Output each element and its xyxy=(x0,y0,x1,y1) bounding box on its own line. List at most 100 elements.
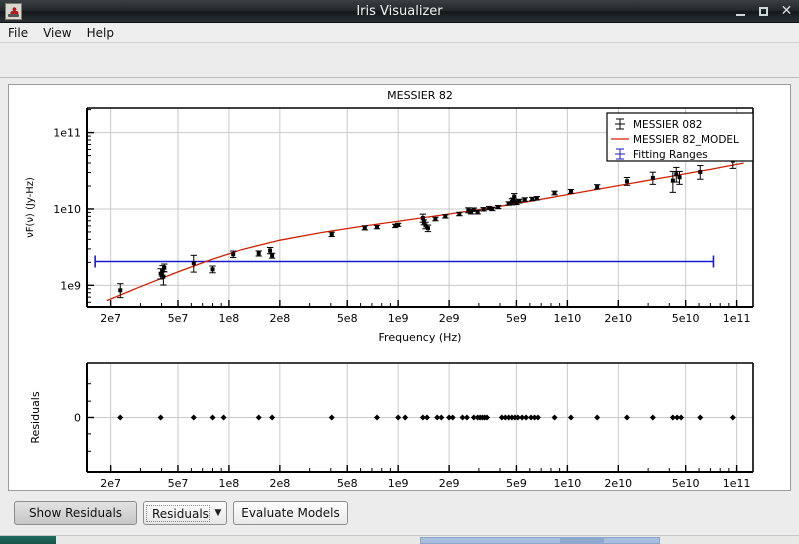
desktop-taskbar xyxy=(0,535,799,544)
residual-point xyxy=(117,414,124,421)
maximize-icon[interactable] xyxy=(757,5,770,18)
x-axis-label: Frequency (Hz) xyxy=(379,331,462,344)
residual-point xyxy=(438,414,445,421)
legend-label: MESSIER 082 xyxy=(633,119,702,131)
x-axis-tick-label: 5e10 xyxy=(672,477,700,490)
data-marker xyxy=(624,179,629,184)
data-marker xyxy=(457,211,462,216)
minimize-icon[interactable] xyxy=(734,5,747,18)
x-axis-tick-label: 1e8 xyxy=(219,477,240,490)
show-residuals-button[interactable]: Show Residuals xyxy=(14,501,137,525)
residual-point xyxy=(269,414,276,421)
x-axis-tick-label: 2e7 xyxy=(100,477,121,490)
data-marker xyxy=(231,252,236,257)
chevron-down-icon[interactable]: ▼ xyxy=(210,508,226,518)
window-controls: ✕ xyxy=(734,0,793,23)
x-axis-tick-label: 1e9 xyxy=(388,477,409,490)
data-point xyxy=(551,190,558,196)
y-axis-tick-label: 1e10 xyxy=(53,203,81,216)
data-marker xyxy=(471,207,476,212)
x-axis-tick-label: 5e9 xyxy=(506,312,527,325)
residuals-select[interactable]: Residuals ▼ xyxy=(143,501,227,525)
fitting-range-marker xyxy=(94,255,715,268)
data-marker xyxy=(425,226,430,231)
data-point xyxy=(373,224,381,230)
data-marker xyxy=(568,189,573,194)
taskbar-window-button-active xyxy=(560,537,604,544)
data-marker xyxy=(650,175,655,180)
data-marker xyxy=(270,253,275,258)
window-title: Iris Visualizer xyxy=(356,4,443,19)
data-marker xyxy=(534,196,539,201)
data-marker xyxy=(512,194,517,199)
residual-point xyxy=(729,414,736,421)
x-axis-tick-label: 2e10 xyxy=(604,312,632,325)
residual-point xyxy=(534,414,541,421)
evaluate-models-button[interactable]: Evaluate Models xyxy=(233,501,348,525)
x-axis-tick-label: 2e10 xyxy=(604,477,632,490)
data-marker xyxy=(496,205,501,210)
x-axis-tick-label: 2e9 xyxy=(439,312,460,325)
x-axis-tick-label: 2e7 xyxy=(100,312,121,325)
residual-point xyxy=(328,414,335,421)
residuals-plot: 2e7 5e7 1e8 2e8 5e8 1e9 2e9 5e9 1e10 2e10 5e10 1e11… xyxy=(29,362,754,490)
data-point xyxy=(328,231,335,238)
data-marker xyxy=(490,206,495,211)
data-point xyxy=(474,209,481,215)
residual-point xyxy=(423,414,430,421)
menu-help[interactable]: Help xyxy=(80,24,121,42)
residual-point xyxy=(623,414,630,421)
x-axis-tick-label: 1e11 xyxy=(723,312,751,325)
legend-label: MESSIER 82_MODEL xyxy=(633,134,739,146)
residual-point xyxy=(374,414,381,421)
data-marker xyxy=(161,274,166,279)
data-marker xyxy=(191,261,196,266)
data-point xyxy=(697,165,704,180)
data-point xyxy=(521,197,528,202)
data-marker xyxy=(396,222,401,227)
residual-point xyxy=(255,414,262,421)
close-icon[interactable]: ✕ xyxy=(780,4,793,18)
residual-point xyxy=(697,414,704,421)
x-axis-tick-label: 5e10 xyxy=(672,312,700,325)
plot-panel[interactable]: MESSIER 82 2e7 5e7 1e8 2e8 5e8 1e9 2e9 5e9 1e10 2e… xyxy=(8,84,791,491)
y-axis-tick-label: 1e9 xyxy=(60,279,81,292)
residual-point xyxy=(402,414,409,421)
data-point xyxy=(255,250,262,257)
x-axis-tick-label: 2e8 xyxy=(269,312,290,325)
residual-point xyxy=(220,414,227,421)
window-titlebar: ♣ Iris Visualizer ✕ xyxy=(0,0,799,23)
menu-file[interactable]: File xyxy=(1,24,35,42)
data-marker xyxy=(595,184,600,189)
x-axis-tick-label: 1e9 xyxy=(388,312,409,325)
menubar: File View Help xyxy=(0,23,799,43)
x-axis-tick-label: 1e8 xyxy=(219,312,240,325)
x-axis-tick-label: 5e7 xyxy=(168,312,189,325)
residual-point xyxy=(678,414,685,421)
residuals-select-label: Residuals xyxy=(146,504,210,522)
x-axis-tick-label: 5e8 xyxy=(337,477,358,490)
residual-point xyxy=(551,414,558,421)
toolbar: Reset In Out 9.519205E10 6.489309E8 Meta… xyxy=(0,44,799,115)
residual-point xyxy=(190,414,197,421)
x-axis-tick-label: 5e9 xyxy=(506,477,527,490)
y-axis-tick-label: 0 xyxy=(74,412,81,425)
data-marker xyxy=(522,197,527,202)
chart-title: MESSIER 82 xyxy=(387,89,453,102)
sed-chart-canvas[interactable]: MESSIER 82 2e7 5e7 1e8 2e8 5e8 1e9 2e9 5e9 1e10 2e… xyxy=(9,85,790,490)
menu-view[interactable]: View xyxy=(36,24,78,42)
data-marker xyxy=(362,225,367,230)
taskbar-window-button xyxy=(420,537,660,544)
data-marker xyxy=(210,267,215,272)
data-point xyxy=(432,216,439,222)
residual-point xyxy=(567,414,574,421)
x-axis-tick-label: 1e11 xyxy=(723,477,751,490)
legend-label: Fitting Ranges xyxy=(633,149,708,161)
residual-point xyxy=(649,414,656,421)
data-marker xyxy=(256,251,261,256)
iris-visualizer-window: ♣ Iris Visualizer ✕ File View Help Reset… xyxy=(0,0,799,544)
x-axis-tick-label: 5e8 xyxy=(337,312,358,325)
main-sed-plot: MESSIER 82 2e7 5e7 1e8 2e8 5e8 1e9 2e9 5e9 1e10 2e… xyxy=(25,89,754,344)
data-point xyxy=(649,171,657,185)
data-marker xyxy=(329,232,334,237)
